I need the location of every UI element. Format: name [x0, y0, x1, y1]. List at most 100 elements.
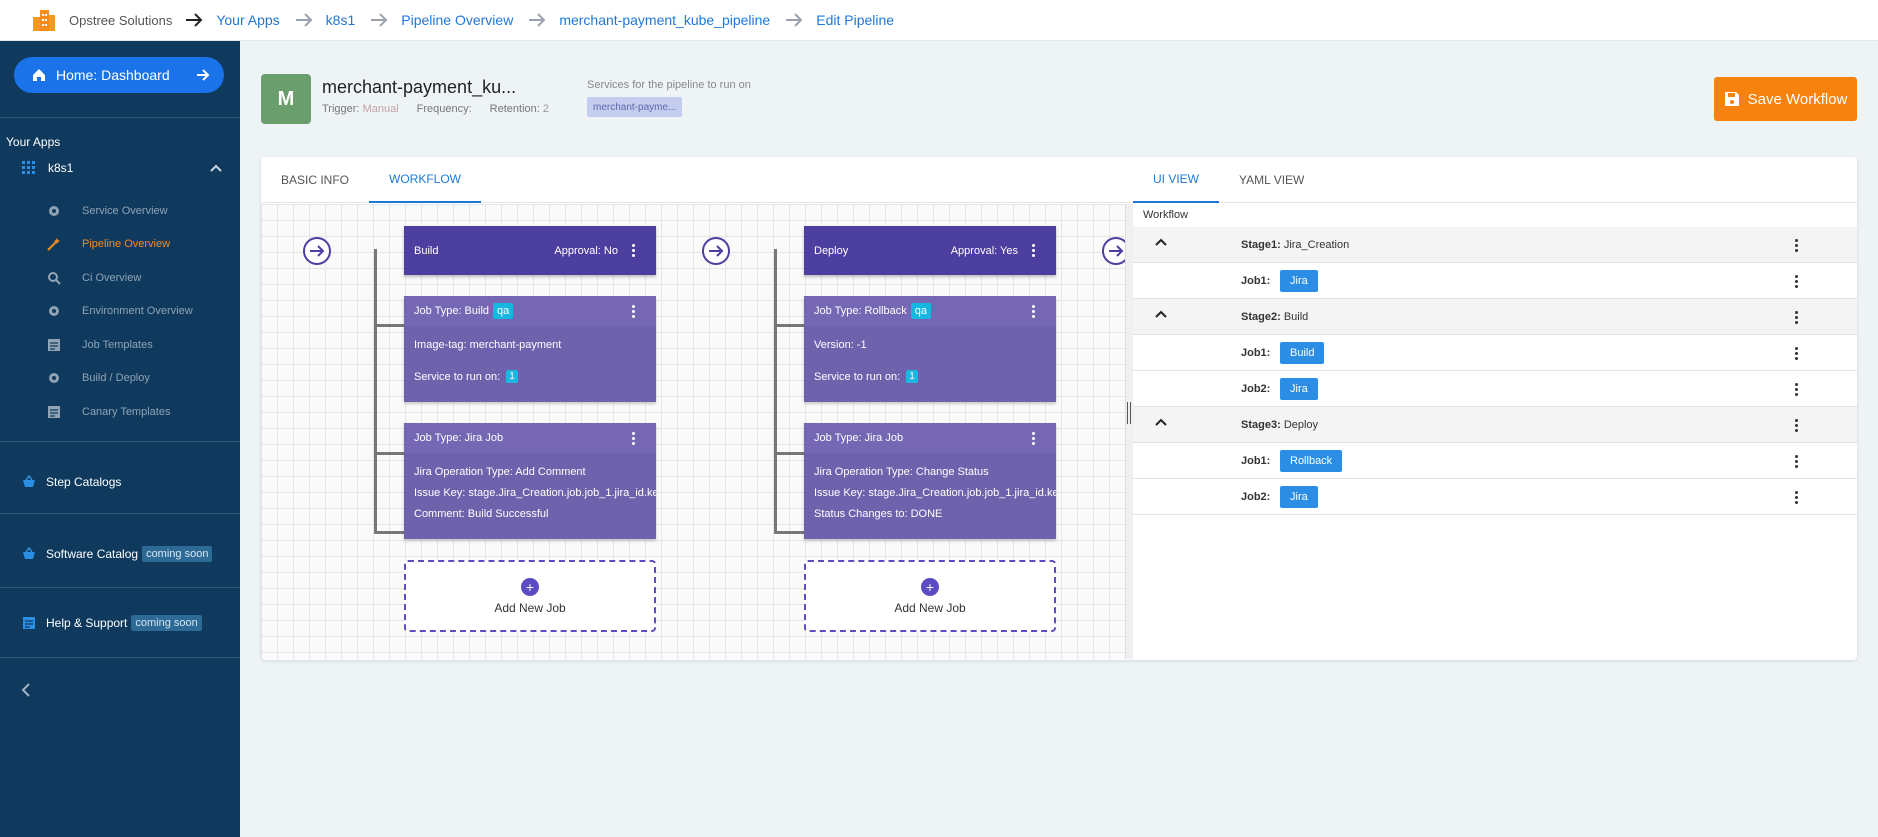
save-workflow-button[interactable]: Save Workflow	[1714, 77, 1857, 121]
sidebar-item-canary-templates[interactable]: Canary Templates	[46, 403, 170, 421]
job-chip[interactable]: Jira	[1280, 485, 1318, 508]
job-card[interactable]: Job Type: Jira Job Jira Operation Type: …	[804, 423, 1056, 539]
more-vert-icon[interactable]	[1795, 275, 1799, 288]
breadcrumb-pipeline[interactable]: merchant-payment_kube_pipeline	[559, 12, 770, 28]
connector-line	[374, 324, 404, 327]
add-new-job-button[interactable]: + Add New Job	[404, 560, 656, 632]
home-dashboard-button[interactable]: Home: Dashboard	[14, 57, 224, 93]
sidebar-software-catalog[interactable]: Software Catalog coming soon	[22, 546, 213, 562]
save-workflow-label: Save Workflow	[1747, 90, 1848, 108]
job-detail: Version: -1	[814, 338, 867, 351]
more-vert-icon[interactable]	[632, 431, 636, 445]
drag-handle-icon[interactable]	[1127, 402, 1131, 424]
divider	[0, 657, 240, 658]
more-vert-icon[interactable]	[632, 304, 636, 318]
building-icon	[33, 10, 55, 31]
workflow-canvas[interactable]: Build Approval: No Job Type: Build qa Ima…	[261, 204, 1125, 659]
more-vert-icon[interactable]	[632, 244, 636, 257]
sidebar-step-catalogs[interactable]: Step Catalogs	[22, 475, 121, 489]
stage-card-deploy[interactable]: Deploy Approval: Yes	[804, 226, 1056, 275]
stage-trigger-icon[interactable]	[302, 236, 332, 266]
tab-workflow[interactable]: WORKFLOW	[369, 157, 482, 203]
more-vert-icon[interactable]	[1795, 383, 1799, 396]
more-vert-icon[interactable]	[1795, 455, 1799, 468]
pipeline-avatar: M	[261, 74, 311, 124]
wand-icon	[46, 236, 62, 252]
sidebar-item-job-templates[interactable]: Job Templates	[46, 336, 153, 354]
chevron-up-icon[interactable]	[1155, 310, 1167, 318]
tab-basic-info[interactable]: BASIC INFO	[261, 157, 369, 203]
job-chip[interactable]: Jira	[1280, 269, 1318, 292]
job-card[interactable]: Job Type: Jira Job Jira Operation Type: …	[404, 423, 656, 539]
job-type: Job Type: Jira Job	[814, 432, 904, 444]
sidebar-item-pipeline-overview[interactable]: Pipeline Overview	[46, 235, 170, 253]
sidebar-item-service-overview[interactable]: Service Overview	[46, 202, 168, 220]
more-vert-icon[interactable]	[1795, 239, 1799, 252]
your-apps-heading: Your Apps	[6, 135, 61, 149]
arrow-right-icon	[186, 13, 203, 27]
add-new-job-button[interactable]: + Add New Job	[804, 560, 1056, 632]
more-vert-icon[interactable]	[1032, 244, 1036, 257]
gear-icon	[46, 203, 62, 219]
more-vert-icon[interactable]	[1795, 491, 1799, 504]
more-vert-icon[interactable]	[1795, 347, 1799, 360]
service-chip[interactable]: merchant-payme...	[587, 97, 683, 117]
breadcrumb-pipeline-overview[interactable]: Pipeline Overview	[401, 12, 513, 28]
more-vert-icon[interactable]	[1795, 419, 1799, 432]
job-header: Job Type: Rollback qa	[804, 296, 1056, 326]
arrow-right-icon	[786, 13, 803, 27]
pipeline-title: merchant-payment_ku...	[322, 77, 517, 97]
job-header: Job Type: Build qa	[404, 296, 656, 326]
chevron-up-icon[interactable]	[210, 164, 222, 172]
more-vert-icon[interactable]	[1032, 304, 1036, 318]
stage-trigger-icon[interactable]	[701, 236, 731, 266]
more-vert-icon[interactable]	[1032, 431, 1036, 445]
panel-resizer[interactable]	[1125, 204, 1133, 659]
divider	[0, 117, 240, 118]
job-chip[interactable]: Build	[1280, 341, 1325, 364]
divider	[0, 441, 240, 442]
chevron-up-icon[interactable]	[1155, 238, 1167, 246]
tree-stage-row[interactable]: Stage3: Deploy	[1133, 407, 1857, 443]
tree-job-row[interactable]: Job1: Jira	[1133, 263, 1857, 299]
view-tabs: UI VIEW YAML VIEW	[1133, 157, 1857, 203]
job-type: Job Type: Jira Job	[414, 432, 504, 444]
sidebar-item-environment-overview[interactable]: Environment Overview	[46, 302, 193, 320]
job-detail: Service to run on: 1	[804, 366, 1056, 387]
stage-trigger-icon[interactable]	[1101, 236, 1125, 266]
tab-yaml-view[interactable]: YAML VIEW	[1219, 157, 1324, 203]
tree-job-row[interactable]: Job1: Rollback	[1133, 443, 1857, 479]
sidebar-item-ci-overview[interactable]: Ci Overview	[46, 269, 141, 287]
sidebar-app-k8s1[interactable]: k8s1	[22, 158, 222, 178]
chevron-up-icon[interactable]	[1155, 418, 1167, 426]
tree-job-row[interactable]: Job2: Jira	[1133, 479, 1857, 515]
job-card[interactable]: Job Type: Rollback qa Version: -1 Service…	[804, 296, 1056, 402]
chevron-left-icon[interactable]	[21, 683, 31, 697]
job-chip[interactable]: Rollback	[1280, 449, 1343, 472]
stage-label: Stage1: Jira_Creation	[1241, 238, 1350, 251]
stage-card-build[interactable]: Build Approval: No	[404, 226, 656, 275]
connector-line	[774, 531, 804, 534]
org-name: Opstree Solutions	[69, 12, 173, 28]
more-vert-icon[interactable]	[1795, 311, 1799, 324]
sidebar-help-support[interactable]: Help & Support coming soon	[22, 615, 202, 631]
job-chip[interactable]: Jira	[1280, 377, 1318, 400]
stage-name: Build	[414, 244, 439, 257]
tree-stage-row[interactable]: Stage1: Jira_Creation	[1133, 227, 1857, 263]
tree-job-row[interactable]: Job2: Jira	[1133, 371, 1857, 407]
tree-job-row[interactable]: Job1: Build	[1133, 335, 1857, 371]
arrow-right-icon	[529, 13, 546, 27]
breadcrumb-your-apps[interactable]: Your Apps	[216, 12, 279, 28]
org-switcher[interactable]: Opstree Solutions	[0, 7, 184, 33]
job-header: Job Type: Jira Job	[804, 423, 1056, 453]
connector-line	[374, 249, 377, 534]
breadcrumb-app[interactable]: k8s1	[326, 12, 356, 28]
breadcrumb-edit-pipeline[interactable]: Edit Pipeline	[816, 12, 894, 28]
job-card[interactable]: Job Type: Build qa Image-tag: merchant-pa…	[404, 296, 656, 402]
service-count-badge: 1	[506, 370, 518, 383]
trigger-info: Trigger: Manual	[322, 103, 399, 115]
tree-stage-row[interactable]: Stage2: Build	[1133, 299, 1857, 335]
sidebar-item-build-deploy[interactable]: Build / Deploy	[46, 369, 150, 387]
tab-ui-view[interactable]: UI VIEW	[1133, 157, 1220, 203]
coming-soon-badge: coming soon	[131, 615, 202, 631]
